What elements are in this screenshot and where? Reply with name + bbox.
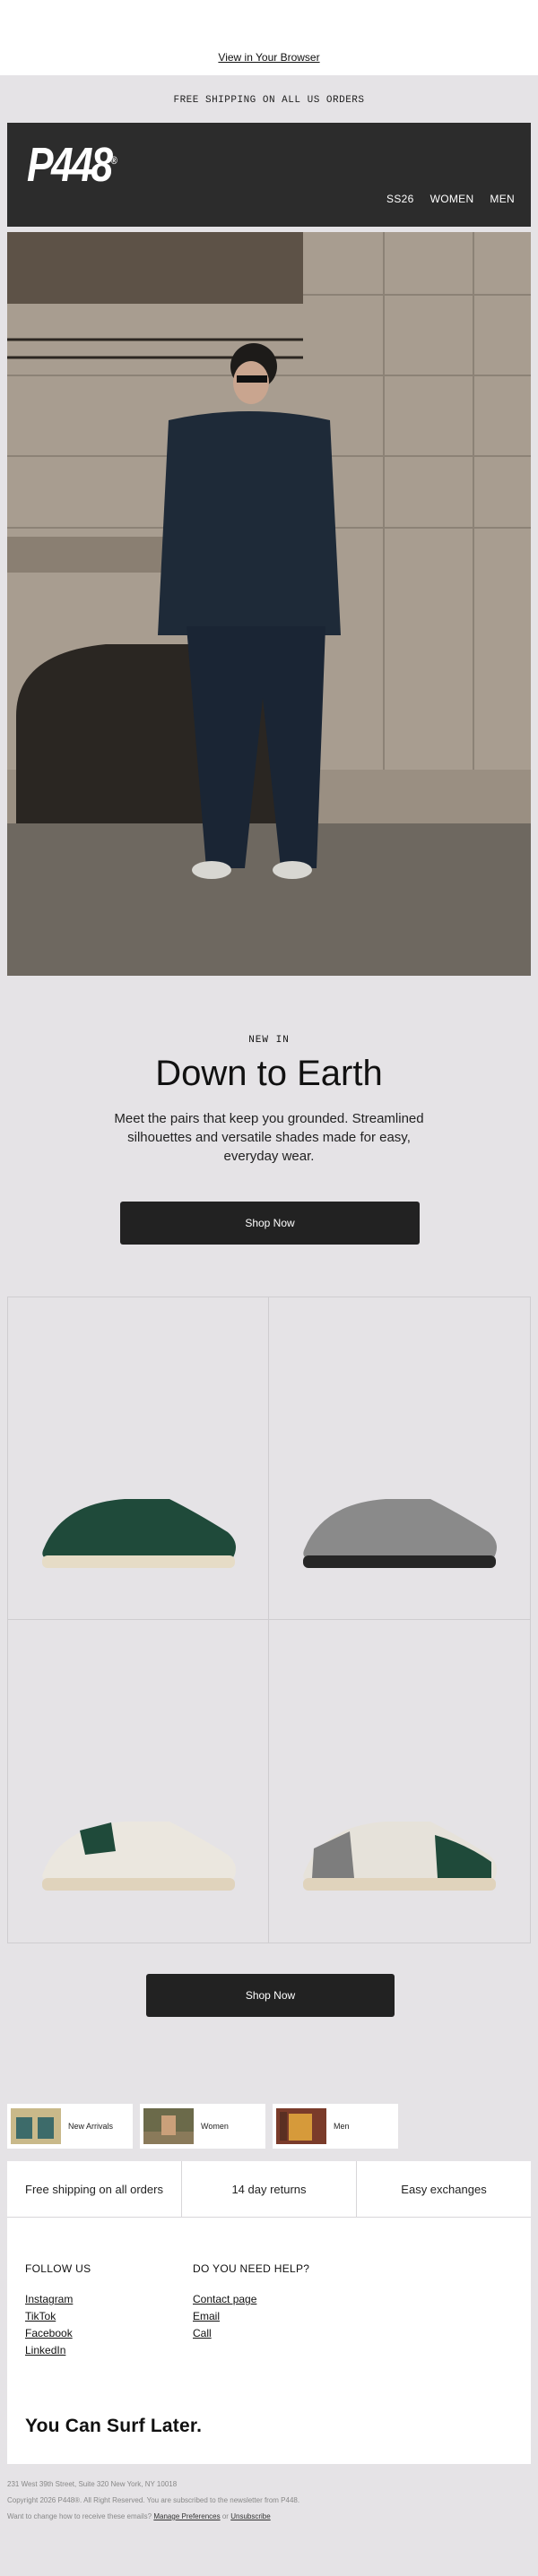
contact-page-link[interactable]: Contact page bbox=[193, 2293, 309, 2305]
linkedin-link[interactable]: LinkedIn bbox=[25, 2344, 91, 2356]
perk-returns: 14 day returns bbox=[181, 2161, 356, 2217]
shipping-banner: FREE SHIPPING ON ALL US ORDERS bbox=[173, 95, 365, 106]
section-title: Down to Earth bbox=[155, 1054, 383, 1093]
women-thumbnail-icon bbox=[143, 2108, 194, 2144]
email-link[interactable]: Email bbox=[193, 2310, 309, 2322]
brand-header: P448® SS26 WOMEN MEN bbox=[7, 123, 531, 227]
main-nav: SS26 WOMEN MEN bbox=[386, 193, 515, 205]
help-column: DO YOU NEED HELP? Contact page Email Cal… bbox=[193, 2262, 309, 2344]
sneaker-icon bbox=[42, 1822, 237, 1891]
perk-exchanges: Easy exchanges bbox=[356, 2161, 531, 2217]
category-label: New Arrivals bbox=[68, 2122, 114, 2131]
manage-preferences-link[interactable]: Manage Preferences bbox=[153, 2512, 220, 2520]
sneaker-icon bbox=[303, 1499, 497, 1568]
category-men[interactable]: Men bbox=[273, 2104, 398, 2149]
tiktok-link[interactable]: TikTok bbox=[25, 2310, 91, 2322]
section-subtitle: Meet the pairs that keep you grounded. S… bbox=[114, 1111, 424, 1164]
hero-image[interactable] bbox=[7, 232, 531, 976]
hero-photo-model-icon bbox=[7, 232, 531, 976]
product-card[interactable] bbox=[269, 1620, 530, 1943]
footer-tagline: You Can Surf Later. bbox=[25, 2416, 203, 2436]
help-title: DO YOU NEED HELP? bbox=[193, 2262, 310, 2275]
category-label: Women bbox=[201, 2122, 229, 2131]
new-arrivals-thumbnail-icon bbox=[11, 2108, 61, 2144]
view-in-browser-link[interactable]: View in Your Browser bbox=[0, 51, 538, 64]
category-label: Men bbox=[334, 2122, 350, 2131]
perks-bar: Free shipping on all orders 14 day retur… bbox=[7, 2161, 531, 2218]
follow-column: FOLLOW US Instagram TikTok Facebook Link… bbox=[25, 2262, 91, 2361]
shop-now-button-secondary[interactable]: Shop Now bbox=[146, 1974, 395, 2017]
product-card[interactable] bbox=[8, 1620, 269, 1943]
follow-title: FOLLOW US bbox=[25, 2262, 91, 2275]
nav-ss26[interactable]: SS26 bbox=[386, 193, 414, 205]
sneaker-icon bbox=[42, 1499, 237, 1568]
product-grid bbox=[7, 1297, 531, 1943]
perk-free-shipping: Free shipping on all orders bbox=[25, 2182, 163, 2196]
legal-preferences: Want to change how to receive these emai… bbox=[7, 2512, 271, 2520]
call-link[interactable]: Call bbox=[193, 2327, 309, 2339]
product-card[interactable] bbox=[8, 1297, 269, 1620]
facebook-link[interactable]: Facebook bbox=[25, 2327, 91, 2339]
unsubscribe-link[interactable]: Unsubscribe bbox=[230, 2512, 270, 2520]
shop-now-button[interactable]: Shop Now bbox=[120, 1202, 420, 1245]
category-links: New Arrivals Women Men bbox=[7, 2104, 398, 2149]
product-card[interactable] bbox=[269, 1297, 530, 1620]
instagram-link[interactable]: Instagram bbox=[25, 2293, 91, 2305]
men-thumbnail-icon bbox=[276, 2108, 326, 2144]
legal-copyright: Copyright 2026 P448®. All Right Reserved… bbox=[7, 2496, 300, 2504]
category-women[interactable]: Women bbox=[140, 2104, 265, 2149]
nav-women[interactable]: WOMEN bbox=[430, 193, 474, 205]
footer: FOLLOW US Instagram TikTok Facebook Link… bbox=[7, 2218, 531, 2464]
sneaker-icon bbox=[303, 1822, 497, 1891]
category-new-arrivals[interactable]: New Arrivals bbox=[7, 2104, 133, 2149]
brand-logo[interactable]: P448® bbox=[27, 137, 117, 193]
legal-address: 231 West 39th Street, Suite 320 New York… bbox=[7, 2480, 178, 2488]
section-eyebrow: NEW IN bbox=[248, 1035, 290, 1046]
nav-men[interactable]: MEN bbox=[490, 193, 515, 205]
